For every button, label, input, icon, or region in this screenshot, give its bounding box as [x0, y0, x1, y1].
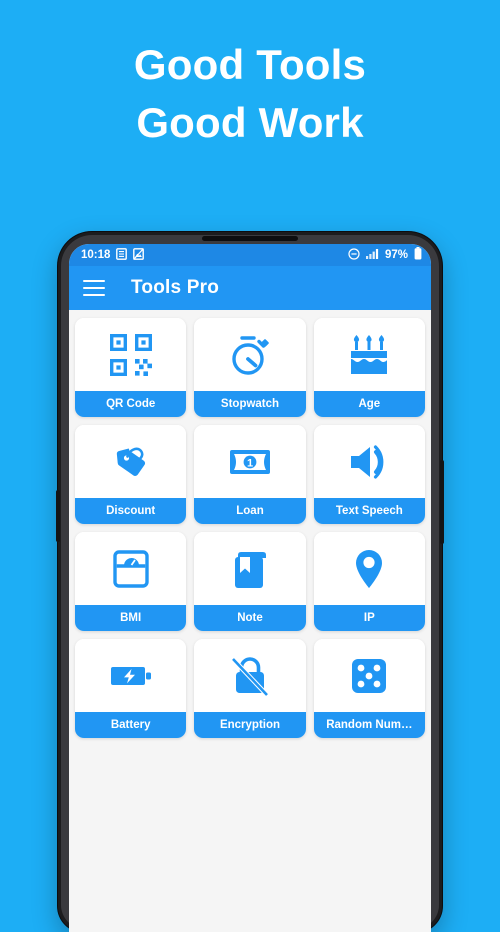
status-bar-time: 10:18 — [81, 249, 111, 261]
status-bar: 10:18 97% — [69, 244, 431, 266]
price-tag-icon — [75, 425, 187, 498]
screen-content: QR Code Stopwatch Age Discount 1 Loan Te… — [69, 310, 431, 932]
hamburger-line-2 — [83, 286, 105, 290]
dice-icon — [313, 639, 425, 712]
promo-headline-line-2: Good Work — [136, 99, 364, 146]
tool-tile-label: Stopwatch — [194, 391, 306, 417]
tool-tile-label: Note — [194, 605, 306, 631]
tool-tile-discount[interactable]: Discount — [75, 425, 187, 524]
phone-mockup: 10:18 97% Tools Pro QR Code Stopwatch Ag… — [56, 232, 444, 932]
battery-charging-icon — [75, 639, 187, 712]
status-bar-left-group: 10:18 — [81, 247, 145, 263]
tool-tile-label: IP — [313, 605, 425, 631]
tool-tile-label: Encryption — [194, 712, 306, 738]
status-bar-right-group: 97% — [348, 247, 422, 263]
bookmark-book-icon — [194, 532, 306, 605]
document-notification-icon — [116, 247, 128, 263]
tool-tile-qr-code[interactable]: QR Code — [75, 318, 187, 417]
tool-tile-label: Text Speech — [313, 498, 425, 524]
phone-earpiece-speaker — [202, 236, 298, 241]
phone-screen: 10:18 97% Tools Pro QR Code Stopwatch Ag… — [69, 244, 431, 932]
tool-tile-age[interactable]: Age — [313, 318, 425, 417]
tool-tile-label: Age — [313, 391, 425, 417]
app-bar: Tools Pro — [69, 266, 431, 310]
tool-tile-loan[interactable]: 1 Loan — [194, 425, 306, 524]
signal-bars-icon — [365, 248, 379, 262]
stopwatch-icon — [194, 318, 306, 391]
tool-tile-bmi[interactable]: BMI — [75, 532, 187, 631]
tool-tile-ip[interactable]: IP — [313, 532, 425, 631]
do-not-disturb-icon — [348, 247, 360, 263]
qr-code-icon — [75, 318, 187, 391]
phone-power-button[interactable] — [440, 460, 444, 544]
battery-full-icon — [414, 247, 422, 263]
svg-text:1: 1 — [247, 457, 253, 469]
tool-tile-label: Loan — [194, 498, 306, 524]
tool-tile-text-speech[interactable]: Text Speech — [313, 425, 425, 524]
tool-tile-battery[interactable]: Battery — [75, 639, 187, 738]
tools-grid: QR Code Stopwatch Age Discount 1 Loan Te… — [75, 318, 425, 738]
phone-volume-button[interactable] — [56, 490, 60, 542]
app-title: Tools Pro — [131, 277, 220, 298]
tool-tile-label: Random Num… — [313, 712, 425, 738]
birthday-cake-icon — [313, 318, 425, 391]
tool-tile-label: Battery — [75, 712, 187, 738]
lock-slash-icon — [194, 639, 306, 712]
battery-percentage-label: 97% — [384, 249, 408, 261]
tool-tile-label: QR Code — [75, 391, 187, 417]
speaker-volume-icon — [313, 425, 425, 498]
tool-tile-note[interactable]: Note — [194, 532, 306, 631]
promo-headline: Good Tools Good Work — [0, 0, 500, 152]
banknote-icon: 1 — [194, 425, 306, 498]
image-notification-icon — [133, 247, 145, 263]
tool-tile-random-number[interactable]: Random Num… — [313, 639, 425, 738]
tool-tile-label: BMI — [75, 605, 187, 631]
tool-tile-label: Discount — [75, 498, 187, 524]
tool-tile-encryption[interactable]: Encryption — [194, 639, 306, 738]
location-pin-icon — [313, 532, 425, 605]
hamburger-line-1 — [83, 280, 105, 283]
promo-headline-line-1: Good Tools — [133, 41, 367, 88]
tool-tile-stopwatch[interactable]: Stopwatch — [194, 318, 306, 417]
weight-scale-icon — [75, 532, 187, 605]
hamburger-menu-icon[interactable] — [83, 280, 105, 296]
hamburger-line-3 — [83, 293, 105, 296]
